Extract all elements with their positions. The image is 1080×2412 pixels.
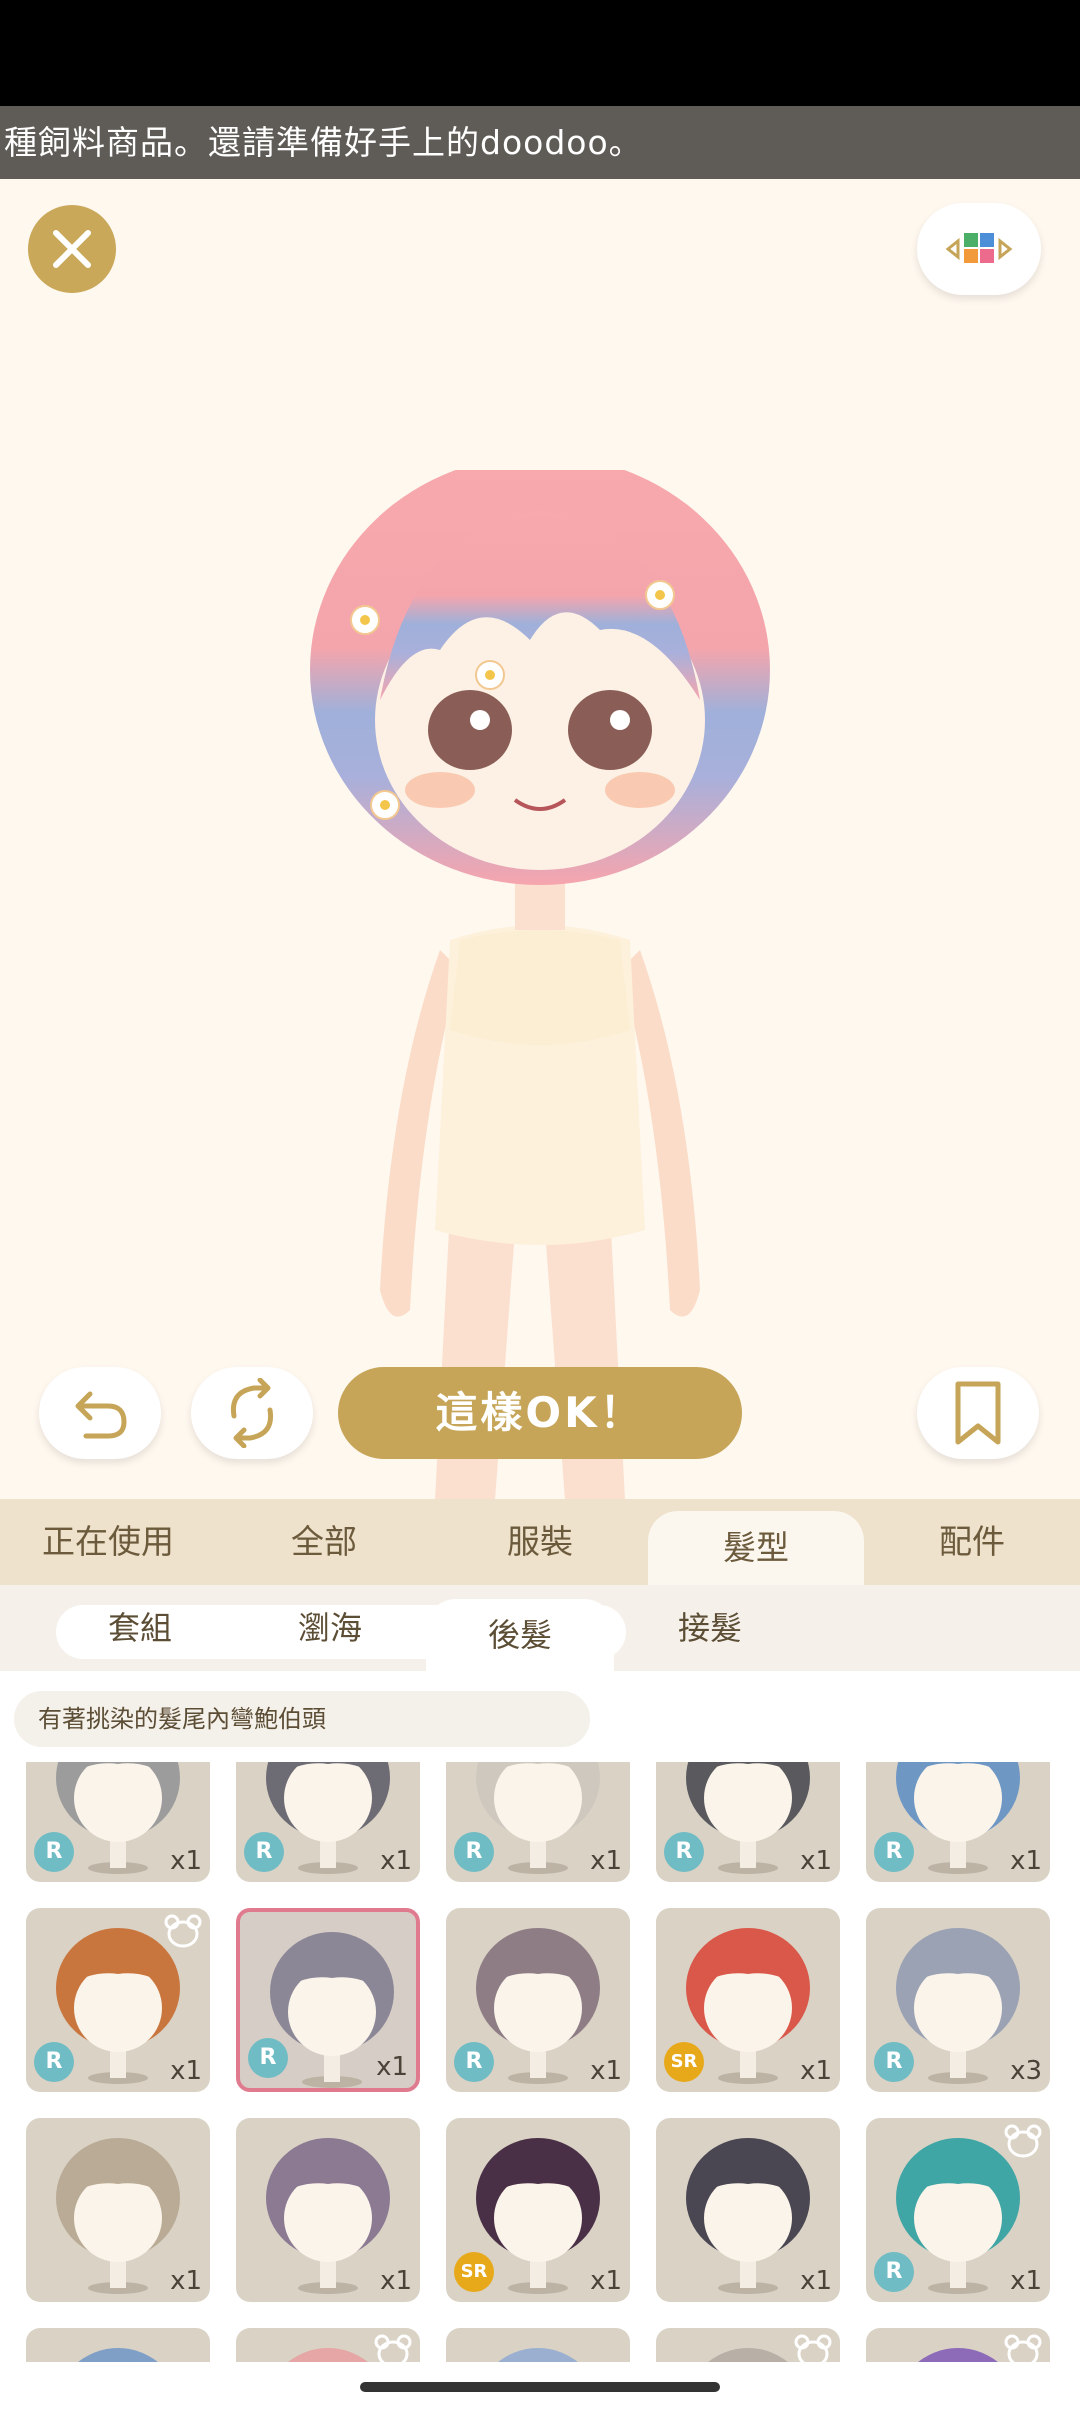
hair-item[interactable]: Rx1 xyxy=(446,1908,630,2092)
bear-icon xyxy=(794,2334,832,2362)
item-grid: Rx1 Rx1 Rx1 Rx1 Rx1 Rx1 Rx1 Rx1 SR x1 Rx3 x1 x1 SR x1 x… xyxy=(0,1762,1080,2362)
hair-item[interactable]: Rx1 xyxy=(236,1762,420,1882)
subtab-extensions[interactable]: 接髮 xyxy=(620,1585,800,1671)
tab-in-use[interactable]: 正在使用 xyxy=(0,1499,216,1585)
rarity-badge: R xyxy=(874,2042,914,2082)
hair-item[interactable]: SR x1 xyxy=(656,1908,840,2092)
hair-item[interactable]: Rx1 xyxy=(866,1762,1050,1882)
item-description: 有著挑染的髮尾內彎鮑伯頭 xyxy=(14,1691,590,1747)
item-count: x1 xyxy=(590,2266,622,2296)
undo-icon xyxy=(75,1391,127,1439)
reset-button[interactable] xyxy=(191,1367,313,1459)
avatar-preview xyxy=(310,470,770,1500)
close-button[interactable] xyxy=(28,205,116,293)
hair-item[interactable] xyxy=(866,2328,1050,2362)
hair-subtabs: 套組 瀏海 後髮 接髮 xyxy=(0,1585,1080,1671)
tab-clothing[interactable]: 服裝 xyxy=(432,1499,648,1585)
confirm-ok-button[interactable]: 這樣OK！ xyxy=(338,1367,742,1459)
hair-item[interactable]: Rx1 xyxy=(26,1762,210,1882)
subtab-bangs[interactable]: 瀏海 xyxy=(240,1585,420,1671)
rarity-badge: R xyxy=(874,1832,914,1872)
hair-item[interactable]: x1 xyxy=(26,2118,210,2302)
item-count: x1 xyxy=(380,2266,412,2296)
hair-item-thumbnail xyxy=(78,2348,158,2362)
item-count: x1 xyxy=(376,2052,408,2082)
item-count: x1 xyxy=(590,1846,622,1876)
rarity-badge: R xyxy=(34,1832,74,1872)
hair-item[interactable]: Rx3 xyxy=(866,1908,1050,2092)
item-count: x1 xyxy=(800,1846,832,1876)
item-count: x1 xyxy=(800,2266,832,2296)
hair-item[interactable] xyxy=(446,2328,630,2362)
tab-all[interactable]: 全部 xyxy=(216,1499,432,1585)
rarity-badge: SR xyxy=(454,2252,494,2292)
rarity-badge: R xyxy=(664,1832,704,1872)
hair-item[interactable] xyxy=(26,2328,210,2362)
hair-item[interactable]: x1 xyxy=(656,2118,840,2302)
hair-item[interactable]: Rx1 xyxy=(656,1762,840,1882)
refresh-icon xyxy=(230,1378,274,1448)
item-count: x1 xyxy=(170,1846,202,1876)
rarity-badge: R xyxy=(454,1832,494,1872)
hair-item[interactable]: Rx1 xyxy=(866,2118,1050,2302)
item-count: x1 xyxy=(1010,1846,1042,1876)
hair-item-thumbnail xyxy=(498,2348,578,2362)
rarity-badge: R xyxy=(874,2252,914,2292)
home-indicator xyxy=(360,2382,720,2392)
rarity-badge: R xyxy=(248,2038,288,2078)
save-outfit-button[interactable] xyxy=(917,1367,1039,1459)
item-count: x1 xyxy=(170,2266,202,2296)
subtab-set[interactable]: 套組 xyxy=(50,1585,230,1671)
hair-item[interactable]: Rx1 xyxy=(26,1908,210,2092)
announcement-marquee: 種飼料商品。還請準備好手上的doodoo。 xyxy=(0,106,1080,179)
item-count: x1 xyxy=(800,2056,832,2086)
subtab-back-hair[interactable]: 後髮 xyxy=(426,1599,614,1671)
bear-icon xyxy=(1004,2334,1042,2362)
bear-icon xyxy=(1004,2124,1042,2158)
rarity-badge: R xyxy=(454,2042,494,2082)
rarity-badge: SR xyxy=(664,2042,704,2082)
tab-hairstyle[interactable]: 髮型 xyxy=(648,1511,864,1585)
category-tabs: 正在使用 全部 服裝 髮型 配件 xyxy=(0,1499,1080,1585)
color-toggle-button[interactable] xyxy=(917,203,1041,295)
bookmark-icon xyxy=(955,1381,1001,1445)
hair-item[interactable]: Rx1 xyxy=(446,1762,630,1882)
tab-accessories[interactable]: 配件 xyxy=(864,1499,1080,1585)
hair-item[interactable] xyxy=(236,2328,420,2362)
item-count: x1 xyxy=(170,2056,202,2086)
item-count: x1 xyxy=(380,1846,412,1876)
bear-icon xyxy=(374,2334,412,2362)
rarity-badge: R xyxy=(244,1832,284,1872)
item-count: x3 xyxy=(1010,2056,1042,2086)
rarity-badge: R xyxy=(34,2042,74,2082)
hair-item[interactable] xyxy=(656,2328,840,2362)
undo-button[interactable] xyxy=(39,1367,161,1459)
hair-item[interactable]: Rx1 xyxy=(236,1908,420,2092)
hair-item[interactable]: SR x1 xyxy=(446,2118,630,2302)
color-grid-icon xyxy=(945,233,1013,263)
close-icon xyxy=(53,230,91,268)
item-count: x1 xyxy=(1010,2266,1042,2296)
status-bar xyxy=(0,0,1080,106)
bear-icon xyxy=(164,1914,202,1948)
hair-item[interactable]: x1 xyxy=(236,2118,420,2302)
item-count: x1 xyxy=(590,2056,622,2086)
